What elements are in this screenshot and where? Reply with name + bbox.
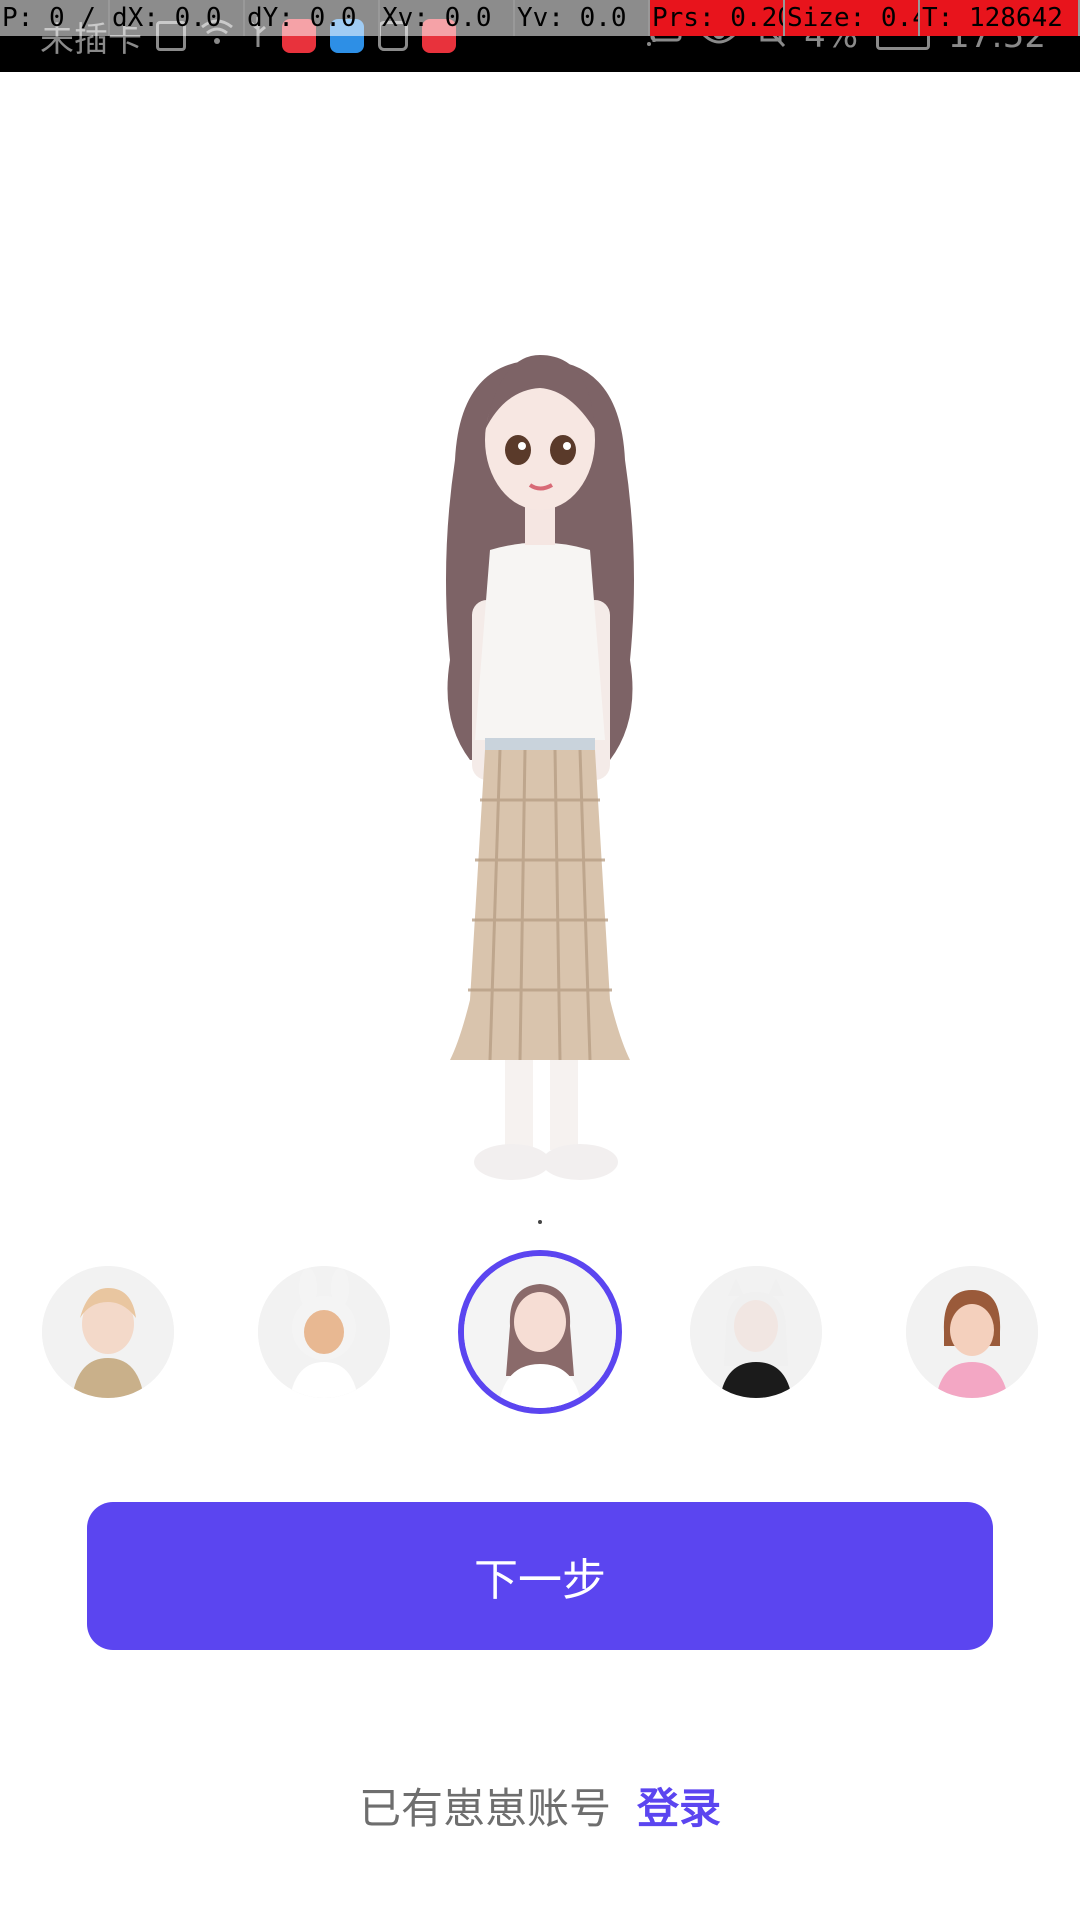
avatar-option-2[interactable] xyxy=(258,1266,390,1398)
debug-yv: Yv: 0.0 xyxy=(515,0,650,36)
debug-xv: Xv: 0.0 xyxy=(380,0,515,36)
avatar-option-3[interactable] xyxy=(458,1250,622,1414)
login-row: 已有崽崽账号 登录 xyxy=(0,1770,1080,1840)
debug-t: T: 128642 xyxy=(920,0,1080,36)
avatar-illustration xyxy=(446,355,634,1180)
debug-prs: Prs: 0.20 xyxy=(650,0,785,36)
login-hint-text: 已有崽崽账号 xyxy=(358,1783,611,1833)
avatar-preview[interactable] xyxy=(0,300,1080,1200)
pointer-debug-overlay: P: 0 / 1 dX: 0.0 dY: 0.0 Xv: 0.0 Yv: 0.0… xyxy=(0,0,1080,36)
avatar-picker xyxy=(0,1250,1080,1420)
next-step-label: 下一步 xyxy=(474,1555,606,1606)
avatar-option-4[interactable] xyxy=(690,1266,822,1398)
debug-pointer: P: 0 / 1 xyxy=(0,0,110,36)
page-indicator-dot xyxy=(538,1220,542,1224)
debug-size: Size: 0.40 xyxy=(785,0,920,36)
next-step-button[interactable]: 下一步 xyxy=(87,1502,993,1650)
login-link[interactable]: 登录 xyxy=(637,1775,721,1836)
debug-dx: dX: 0.0 xyxy=(110,0,245,36)
avatar-option-1[interactable] xyxy=(42,1266,174,1398)
debug-dy: dY: 0.0 xyxy=(245,0,380,36)
avatar-option-5[interactable] xyxy=(906,1266,1038,1398)
